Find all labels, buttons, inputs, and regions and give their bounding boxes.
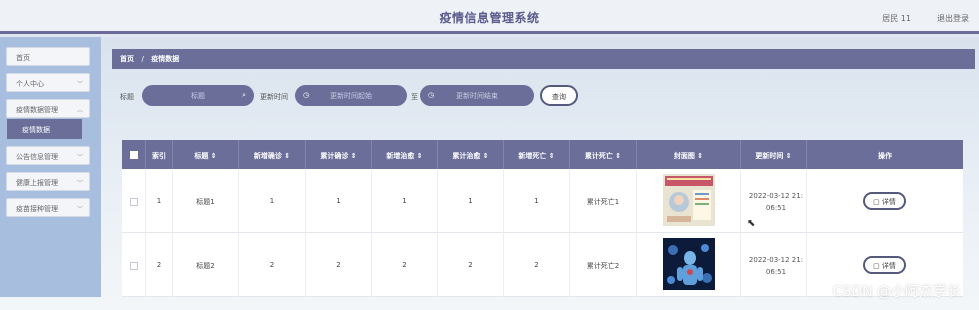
column-header-title[interactable]: 标题 ⇕ <box>173 140 239 169</box>
cell-total-deaths: 累计死亡2 <box>570 233 637 297</box>
start-time-input[interactable]: ◷ 更新时间起始 <box>295 85 407 106</box>
sidebar-item-home[interactable]: 首页 <box>6 47 90 66</box>
title-search-input[interactable]: 标题 ⌕ <box>142 85 254 106</box>
cover-thumbnail-virus[interactable] <box>663 238 715 290</box>
detail-button[interactable]: ▢ 详情 <box>863 256 906 274</box>
column-header-new-cured[interactable]: 新增治愈 ⇕ <box>372 140 438 169</box>
end-time-input[interactable]: ◷ 更新时间结束 <box>420 85 534 106</box>
sidebar-item-epidemic-data[interactable]: 疫情数据管理 ︿ <box>6 99 90 118</box>
updated-date-line: 2022-03-12 21: <box>748 256 804 264</box>
title-search-placeholder: 标题 <box>191 92 205 100</box>
column-header-new-deaths[interactable]: 新增死亡 ⇕ <box>504 140 570 169</box>
select-all-checkbox[interactable] <box>130 151 138 159</box>
breadcrumb-separator: / <box>141 55 144 63</box>
cell-new-cured: 1 <box>372 169 438 233</box>
cell-new-confirmed: 2 <box>239 233 306 297</box>
detail-button-label: 详情 <box>881 262 896 270</box>
cell-new-deaths: 2 <box>504 233 570 297</box>
top-header: 疫情信息管理系统 居民 11 退出登录 <box>0 0 979 34</box>
row-select-cell <box>122 169 146 233</box>
current-user: 居民 11 <box>882 14 911 23</box>
title-filter-label: 标题 <box>120 93 134 101</box>
breadcrumb-home[interactable]: 首页 <box>120 55 134 63</box>
cell-total-deaths: 累计死亡1 <box>570 169 637 233</box>
search-icon: ⌕ <box>242 91 246 99</box>
sidebar-item-announcements[interactable]: 公告信息管理 ﹀ <box>6 146 90 165</box>
cell-cover <box>637 233 741 297</box>
sidebar-item-vaccination[interactable]: 疫苗接种管理 ﹀ <box>6 198 90 217</box>
column-header-total-confirmed[interactable]: 累计确诊 ⇕ <box>306 140 372 169</box>
sidebar-item-label: 首页 <box>16 54 30 62</box>
chevron-down-icon: ﹀ <box>76 81 83 88</box>
cell-new-cured: 2 <box>372 233 438 297</box>
chevron-down-icon: ﹀ <box>76 180 83 187</box>
row-checkbox[interactable] <box>130 198 138 206</box>
end-time-placeholder: 更新时间结束 <box>456 92 498 100</box>
sidebar-item-label: 公告信息管理 <box>16 153 58 161</box>
column-header-cover[interactable]: 封面图 ⇕ <box>637 140 741 169</box>
updated-time: 2022-03-12 21: 06:51 <box>741 254 811 278</box>
update-time-label: 更新时间 <box>260 93 288 101</box>
search-bar: 标题 标题 ⌕ 更新时间 ◷ 更新时间起始 至 ◷ 更新时间结束 查询 <box>112 84 975 108</box>
cell-new-deaths: 1 <box>504 169 570 233</box>
row-checkbox[interactable] <box>130 262 138 270</box>
updated-time: 2022-03-12 21: 06:51 <box>741 190 811 214</box>
cell-cover <box>637 169 741 233</box>
sidebar-item-personal-center[interactable]: 个人中心 ﹀ <box>6 73 90 92</box>
cell-updated: 2022-03-12 21: 06:51 <box>741 233 807 297</box>
sidebar: 首页 个人中心 ﹀ 疫情数据管理 ︿ 疫情数据 公告信息管理 ﹀ 健康上报管理 … <box>0 37 101 297</box>
row-select-cell <box>122 233 146 297</box>
app-title: 疫情信息管理系统 <box>439 11 540 25</box>
sidebar-item-label: 健康上报管理 <box>16 179 58 187</box>
detail-button-label: 详情 <box>881 198 896 206</box>
sidebar-item-health-report[interactable]: 健康上报管理 ﹀ <box>6 172 90 191</box>
column-header-actions: 操作 <box>878 152 892 160</box>
column-header-total-deaths[interactable]: 累计死亡 ⇕ <box>570 140 637 169</box>
table-header: 索引 标题 ⇕ 新增确诊 ⇕ 累计确诊 ⇕ 新增治愈 ⇕ 累计治愈 ⇕ 新增死亡… <box>122 140 963 169</box>
updated-time-line: 06:51 <box>765 268 787 276</box>
column-header-index: 索引 <box>146 140 173 169</box>
mouse-cursor-icon: ⬉ <box>747 218 756 229</box>
chevron-up-icon: ︿ <box>76 107 83 114</box>
detail-button[interactable]: ▢ 详情 <box>863 192 906 210</box>
cell-total-confirmed: 2 <box>306 233 372 297</box>
cell-new-confirmed: 1 <box>239 169 306 233</box>
breadcrumb-current: 疫情数据 <box>151 55 180 63</box>
logout-link[interactable]: 退出登录 <box>937 13 969 24</box>
updated-date-line: 2022-03-12 21: <box>748 192 804 200</box>
cell-index: 2 <box>146 233 173 297</box>
cell-total-confirmed: 1 <box>306 169 372 233</box>
cell-index: 1 <box>146 169 173 233</box>
sidebar-item-label: 疫情数据管理 <box>16 106 58 114</box>
cover-thumbnail-poster[interactable] <box>663 174 715 226</box>
cell-actions: ▢ 详情 <box>807 169 963 233</box>
query-button[interactable]: 查询 <box>540 85 578 106</box>
chevron-down-icon: ﹀ <box>76 154 83 161</box>
start-time-placeholder: 更新时间起始 <box>330 92 372 100</box>
range-to-label: 至 <box>411 93 418 101</box>
breadcrumb: 首页 / 疫情数据 <box>112 49 975 69</box>
chevron-down-icon: ﹀ <box>76 206 83 213</box>
cell-title: 标题1 <box>173 169 239 233</box>
column-header-new-confirmed[interactable]: 新增确诊 ⇕ <box>239 140 306 169</box>
sidebar-item-label: 疫苗接种管理 <box>16 205 58 213</box>
cell-total-cured: 1 <box>438 169 504 233</box>
cell-total-cured: 2 <box>438 233 504 297</box>
watermark: CSDN @小阿杰学长 <box>832 284 961 300</box>
column-header-updated[interactable]: 更新时间 ⇕ <box>741 140 807 169</box>
sidebar-subitem-epidemic-data[interactable]: 疫情数据 <box>7 119 82 139</box>
document-icon: ▢ <box>873 198 880 206</box>
clock-icon: ◷ <box>428 91 435 99</box>
clock-icon: ◷ <box>303 91 310 99</box>
column-header-total-cured[interactable]: 累计治愈 ⇕ <box>438 140 504 169</box>
cell-title: 标题2 <box>173 233 239 297</box>
table-row: 1 标题1 1 1 1 1 1 累计死亡1 2022-03-12 21: 06:… <box>122 169 963 233</box>
data-table: 索引 标题 ⇕ 新增确诊 ⇕ 累计确诊 ⇕ 新增治愈 ⇕ 累计治愈 ⇕ 新增死亡… <box>122 140 963 297</box>
updated-time-line: 06:51 <box>765 204 787 212</box>
select-all-cell <box>122 140 146 169</box>
sidebar-item-label: 个人中心 <box>16 80 44 88</box>
document-icon: ▢ <box>873 262 880 270</box>
